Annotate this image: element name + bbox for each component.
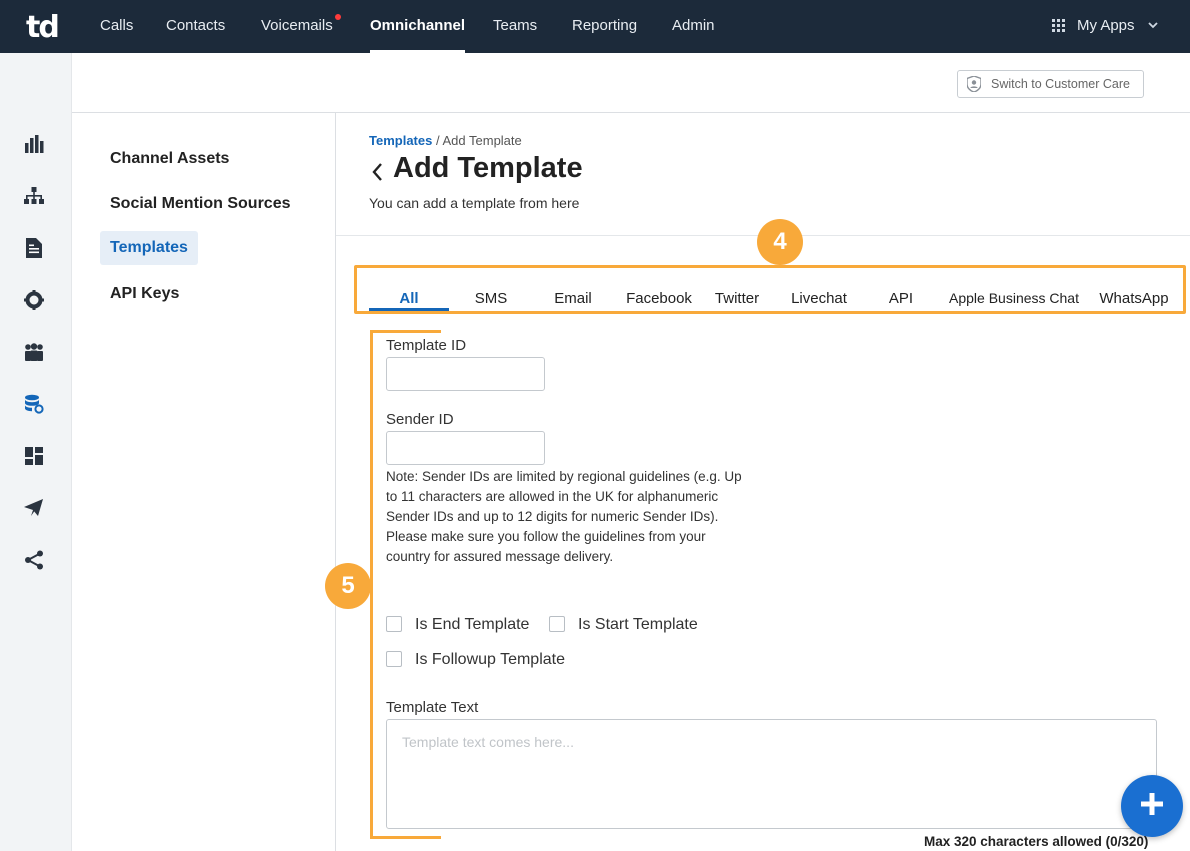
nav-label: Contacts xyxy=(166,17,226,34)
nav-calls[interactable]: Calls xyxy=(100,0,133,53)
nav-label: Calls xyxy=(100,17,134,34)
sender-id-note: Note: Sender IDs are limited by regional… xyxy=(386,469,742,564)
tab-facebook[interactable]: Facebook xyxy=(626,290,692,307)
is-followup-template-label: Is Followup Template xyxy=(415,651,565,668)
nav-label: Voicemails xyxy=(261,17,333,34)
add-fab-button[interactable] xyxy=(1121,775,1183,837)
switch-button-label: Switch to Customer Care xyxy=(991,77,1130,91)
breadcrumb-current: Add Template xyxy=(442,133,522,148)
org-chart-icon[interactable] xyxy=(23,185,45,207)
tab-livechat[interactable]: Livechat xyxy=(791,290,847,307)
plus-icon xyxy=(1141,792,1163,820)
tab-whatsapp[interactable]: WhatsApp xyxy=(1099,290,1168,307)
document-icon[interactable] xyxy=(23,237,45,259)
logo[interactable]: td xyxy=(26,10,60,45)
template-text-textarea[interactable]: Template text comes here... xyxy=(386,719,1157,829)
sender-id-input[interactable] xyxy=(386,431,545,465)
template-id-input[interactable] xyxy=(386,357,545,391)
nav-voicemails[interactable]: Voicemails xyxy=(261,0,341,53)
template-text-label: Template Text xyxy=(386,699,479,716)
tab-email[interactable]: Email xyxy=(554,290,592,307)
notification-dot xyxy=(334,14,341,20)
nav-label: Omnichannel xyxy=(370,17,466,34)
page-title: Add Template xyxy=(369,152,583,185)
tab-twitter[interactable]: Twitter xyxy=(715,290,759,307)
active-tab-indicator xyxy=(369,308,449,311)
is-followup-template-checkbox[interactable] xyxy=(386,651,402,667)
omnichannel-sidebar: Channel Assets Social Mention Sources Te… xyxy=(72,113,336,851)
dashboard-icon[interactable] xyxy=(23,445,45,467)
page-header: Switch to Customer Care xyxy=(72,53,1190,113)
tab-api[interactable]: API xyxy=(889,290,913,307)
breadcrumb: Templates / Add Template xyxy=(369,133,522,148)
page-title-text: Add Template xyxy=(393,152,583,184)
sidebar-item-templates[interactable]: Templates xyxy=(100,231,198,265)
breadcrumb-separator: / xyxy=(435,133,440,148)
sidebar-item-api-keys[interactable]: API Keys xyxy=(110,285,179,303)
is-end-template-checkbox[interactable] xyxy=(386,616,402,632)
page-subtitle: You can add a template from here xyxy=(369,195,580,211)
sender-id-label: Sender ID xyxy=(386,411,454,428)
is-end-template-label: Is End Template xyxy=(415,616,530,633)
nav-label: Teams xyxy=(493,17,538,34)
top-nav: td Calls Contacts Voicemails Omnichannel… xyxy=(0,0,1190,53)
annotation-badge-4: 4 xyxy=(757,219,803,265)
nav-label: Reporting xyxy=(572,17,638,34)
sidebar-item-social-mention-sources[interactable]: Social Mention Sources xyxy=(110,195,290,213)
sidebar-item-channel-assets[interactable]: Channel Assets xyxy=(110,150,229,168)
gear-icon[interactable] xyxy=(23,289,45,311)
nav-omnichannel[interactable]: Omnichannel xyxy=(370,0,466,53)
is-start-template-checkbox[interactable] xyxy=(549,616,565,632)
nav-reporting[interactable]: Reporting xyxy=(572,0,637,53)
icon-rail xyxy=(0,53,72,851)
send-icon[interactable] xyxy=(23,497,45,519)
my-apps-label: My Apps xyxy=(1077,17,1135,34)
max-characters-counter: Max 320 characters allowed (0/320) xyxy=(924,834,1149,849)
nav-admin[interactable]: Admin xyxy=(672,0,715,53)
switch-customer-care-button[interactable]: Switch to Customer Care xyxy=(957,70,1144,98)
is-start-template-label: Is Start Template xyxy=(578,616,698,633)
grid-icon xyxy=(1052,19,1066,33)
nav-contacts[interactable]: Contacts xyxy=(166,0,225,53)
back-chevron-icon[interactable] xyxy=(369,158,387,181)
nav-label: Admin xyxy=(672,17,715,34)
breadcrumb-templates-link[interactable]: Templates xyxy=(369,133,432,148)
database-settings-icon[interactable] xyxy=(23,393,45,415)
tab-sms[interactable]: SMS xyxy=(475,290,508,307)
nav-teams[interactable]: Teams xyxy=(493,0,537,53)
people-icon[interactable] xyxy=(23,341,45,363)
tab-apple-business-chat[interactable]: Apple Business Chat xyxy=(949,290,1079,306)
bar-chart-icon[interactable] xyxy=(23,133,45,155)
share-icon[interactable] xyxy=(23,549,45,571)
annotation-badge-5: 5 xyxy=(325,563,371,609)
template-id-label: Template ID xyxy=(386,337,467,354)
shield-user-icon xyxy=(966,75,982,93)
tab-all[interactable]: All xyxy=(399,290,418,307)
